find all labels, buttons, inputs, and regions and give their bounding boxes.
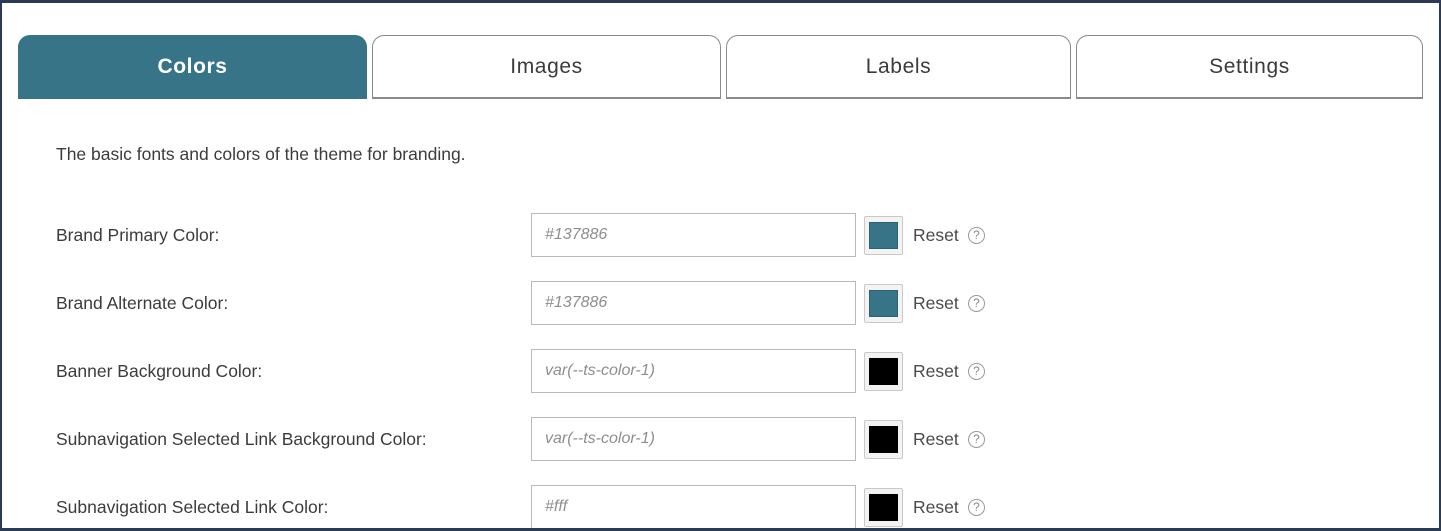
color-swatch [869, 425, 898, 453]
help-circle-icon[interactable]: ? [968, 498, 985, 516]
tab-labels-label: Labels [865, 54, 932, 78]
reset-brand-alternate-color-link[interactable]: Reset [913, 293, 959, 314]
subnav-selected-link-background-color-input[interactable] [531, 417, 856, 461]
form-row-brand-alternate-color: Brand Alternate Color: Reset ? [2, 279, 1439, 327]
help-circle-icon[interactable]: ? [968, 226, 985, 244]
color-swatch [869, 493, 898, 521]
subnav-selected-link-color-swatch-button[interactable] [864, 487, 903, 527]
theme-tab-bar: Colors Images Labels Settings [18, 33, 1423, 99]
color-swatch [869, 289, 898, 317]
field-label: Brand Primary Color: [56, 224, 220, 245]
reset-subnav-selected-link-color-link[interactable]: Reset [913, 497, 959, 518]
brand-primary-color-swatch-button[interactable] [864, 215, 903, 255]
tab-images[interactable]: Images [372, 35, 721, 99]
field-label: Subnavigation Selected Link Color: [56, 496, 329, 517]
banner-background-color-swatch-button[interactable] [864, 351, 903, 391]
tab-images-label: Images [510, 54, 583, 78]
form-row-banner-background-color: Banner Background Color: Reset ? [2, 347, 1439, 395]
tab-labels[interactable]: Labels [726, 35, 1071, 99]
tab-settings-label: Settings [1209, 54, 1290, 78]
field-label: Banner Background Color: [56, 360, 263, 381]
subnav-selected-link-color-input[interactable] [531, 485, 856, 528]
form-row-brand-primary-color: Brand Primary Color: Reset ? [2, 211, 1439, 259]
form-row-subnav-selected-link-background-color: Subnavigation Selected Link Background C… [2, 415, 1439, 463]
tab-settings[interactable]: Settings [1076, 35, 1423, 99]
theme-settings-page: Colors Images Labels Settings The basic … [0, 0, 1441, 531]
brand-alternate-color-swatch-button[interactable] [864, 283, 903, 323]
help-circle-icon[interactable]: ? [968, 362, 985, 380]
tab-colors[interactable]: Colors [18, 35, 367, 99]
help-circle-icon[interactable]: ? [968, 430, 985, 448]
color-swatch [869, 357, 898, 385]
field-label: Subnavigation Selected Link Background C… [56, 428, 427, 449]
reset-banner-background-color-link[interactable]: Reset [913, 361, 959, 382]
reset-subnav-selected-link-background-color-link[interactable]: Reset [913, 429, 959, 450]
panel-description: The basic fonts and colors of the theme … [56, 144, 466, 164]
subnav-selected-link-background-color-swatch-button[interactable] [864, 419, 903, 459]
reset-brand-primary-color-link[interactable]: Reset [913, 225, 959, 246]
colors-panel: The basic fonts and colors of the theme … [2, 99, 1439, 528]
color-swatch [869, 221, 898, 249]
help-circle-icon[interactable]: ? [968, 294, 985, 312]
banner-background-color-input[interactable] [531, 349, 856, 393]
form-row-subnav-selected-link-color: Subnavigation Selected Link Color: Reset… [2, 483, 1439, 528]
field-label: Brand Alternate Color: [56, 292, 229, 313]
tab-colors-label: Colors [157, 54, 228, 78]
brand-primary-color-input[interactable] [531, 213, 856, 257]
brand-alternate-color-input[interactable] [531, 281, 856, 325]
